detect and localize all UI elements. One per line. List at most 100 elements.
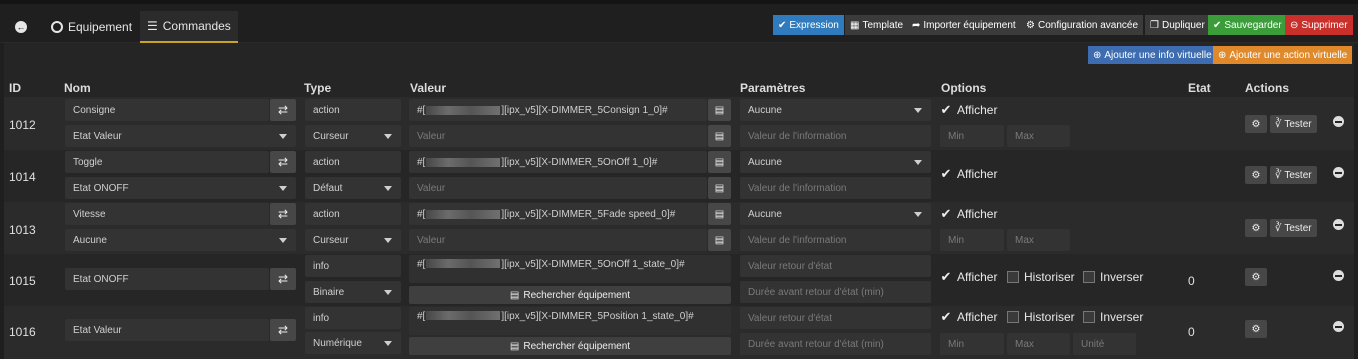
value-input[interactable]: #[][ipx_v5][X-DIMMER_5Consign 1_0]# xyxy=(409,99,707,121)
type-input: info xyxy=(305,255,401,277)
subtype-select[interactable]: Binaire xyxy=(305,281,401,303)
test-button[interactable]: ∛ Tester xyxy=(1270,166,1317,184)
delete-button[interactable]: ⊖ Supprimer xyxy=(1285,15,1353,35)
shuffle-icon[interactable]: ⇄ xyxy=(270,99,296,121)
test-button[interactable]: ∛ Tester xyxy=(1270,115,1317,133)
list-alt-icon[interactable]: ▤ xyxy=(708,125,731,147)
list-alt-icon[interactable]: ▤ xyxy=(708,177,731,199)
inverser-checkbox[interactable]: Inverser xyxy=(1083,310,1143,324)
info-value-input[interactable]: Valeur de l'information xyxy=(740,125,931,147)
subtype-select[interactable]: Défaut xyxy=(305,177,401,199)
advanced-config-label: Configuration avancée xyxy=(1037,19,1139,31)
value-command-select[interactable]: Aucune xyxy=(65,229,296,251)
max-input[interactable]: Max xyxy=(1007,333,1070,355)
add-action-button[interactable]: ⊕ Ajouter une action virtuelle xyxy=(1213,46,1352,64)
duplicate-button[interactable]: ❐ Dupliquer xyxy=(1145,15,1210,35)
tab-equipement[interactable]: Equipement xyxy=(44,11,139,43)
name-input[interactable]: Vitesse xyxy=(65,203,269,225)
param-select[interactable]: Aucune xyxy=(740,203,931,225)
config-button[interactable]: ⚙ xyxy=(1245,320,1267,338)
afficher-label: Afficher xyxy=(957,270,998,284)
return-value-input[interactable]: Valeur retour d'état xyxy=(740,255,931,277)
name-input[interactable]: Toggle xyxy=(65,151,269,173)
list-alt-icon[interactable]: ▤ xyxy=(708,151,731,173)
param-select[interactable]: Aucune xyxy=(740,151,931,173)
checkmark-icon: ✔ xyxy=(940,206,952,221)
historiser-label: Historiser xyxy=(1024,270,1075,284)
search-equipment-button[interactable]: ▤ Rechercher équipement xyxy=(409,286,731,304)
return-duration-input[interactable]: Durée avant retour d'état (min) xyxy=(740,281,931,303)
checkbox-icon xyxy=(1083,311,1095,323)
value-textarea[interactable]: #[][ipx_v5][X-DIMMER_5OnOff 1_state_0]# xyxy=(409,255,731,283)
plus-circle-icon: ⊕ xyxy=(1093,49,1102,61)
afficher-checkbox[interactable]: ✔ Afficher xyxy=(940,102,998,117)
test-button[interactable]: ∛ Tester xyxy=(1270,219,1317,237)
name-input[interactable]: Etat ONOFF xyxy=(65,268,269,290)
unit-input[interactable]: Unité xyxy=(1073,333,1136,355)
expression-button[interactable]: ✔ Expression xyxy=(773,15,844,35)
config-button[interactable]: ⚙ xyxy=(1245,268,1267,286)
return-value-input[interactable]: Valeur retour d'état xyxy=(740,307,931,329)
col-parametres: Paramètres xyxy=(740,81,806,95)
min-input[interactable]: Min xyxy=(940,333,1004,355)
state-value: 0 xyxy=(1188,274,1195,288)
save-button[interactable]: ✔ Sauvegarder xyxy=(1208,15,1287,35)
shuffle-icon[interactable]: ⇄ xyxy=(270,319,296,341)
search-equipment-button[interactable]: ▤ Rechercher équipement xyxy=(409,337,731,355)
remove-icon[interactable] xyxy=(1333,321,1344,332)
inverser-checkbox[interactable]: Inverser xyxy=(1083,270,1143,284)
slider-value-input[interactable]: Valeur xyxy=(409,177,707,199)
subtype-select[interactable]: Numérique xyxy=(305,332,401,354)
param-select[interactable]: Aucune xyxy=(740,99,931,121)
config-button[interactable]: ⚙ xyxy=(1245,115,1267,133)
remove-icon[interactable] xyxy=(1333,270,1344,281)
shuffle-icon[interactable]: ⇄ xyxy=(270,203,296,225)
max-input[interactable]: Max xyxy=(1007,229,1070,251)
advanced-config-button[interactable]: ⚙ Configuration avancée xyxy=(1021,15,1144,35)
slider-value-input[interactable]: Valeur xyxy=(409,125,707,147)
template-button[interactable]: ▦ Template xyxy=(845,15,909,35)
subtype-select[interactable]: Curseur xyxy=(305,125,401,147)
import-button[interactable]: ➦ Importer équipement xyxy=(907,15,1021,35)
name-input[interactable]: Consigne xyxy=(65,99,269,121)
value-command-select[interactable]: Etat Valeur xyxy=(65,125,296,147)
gears-icon: ⚙ xyxy=(1251,323,1261,335)
value-prefix: #[ xyxy=(417,104,426,116)
list-alt-icon[interactable]: ▤ xyxy=(708,99,731,121)
slider-value-input[interactable]: Valeur xyxy=(409,229,707,251)
afficher-checkbox[interactable]: ✔ Afficher xyxy=(940,206,998,221)
remove-icon[interactable] xyxy=(1333,219,1344,230)
value-textarea[interactable]: #[][ipx_v5][X-DIMMER_5Position 1_state_0… xyxy=(409,307,731,335)
min-input[interactable]: Min xyxy=(940,125,1004,147)
value-command-select[interactable]: Etat ONOFF xyxy=(65,177,296,199)
shuffle-icon[interactable]: ⇄ xyxy=(270,151,296,173)
historiser-label: Historiser xyxy=(1024,310,1075,324)
min-input[interactable]: Min xyxy=(940,229,1004,251)
remove-icon[interactable] xyxy=(1333,167,1344,178)
info-value-input[interactable]: Valeur de l'information xyxy=(740,229,931,251)
max-input[interactable]: Max xyxy=(1007,125,1070,147)
col-valeur: Valeur xyxy=(410,81,447,95)
subtype-select[interactable]: Curseur xyxy=(305,229,401,251)
afficher-checkbox[interactable]: ✔ Afficher xyxy=(940,309,998,324)
shuffle-icon[interactable]: ⇄ xyxy=(270,268,296,290)
afficher-checkbox[interactable]: ✔ Afficher xyxy=(940,269,998,284)
value-input[interactable]: #[][ipx_v5][X-DIMMER_5OnOff 1_0]# xyxy=(409,151,707,173)
tab-back[interactable]: ← xyxy=(8,11,34,43)
return-duration-input[interactable]: Durée avant retour d'état (min) xyxy=(740,333,931,355)
historiser-checkbox[interactable]: Historiser xyxy=(1007,310,1075,324)
name-input[interactable]: Etat Valeur xyxy=(65,319,269,341)
historiser-checkbox[interactable]: Historiser xyxy=(1007,270,1075,284)
list-alt-icon[interactable]: ▤ xyxy=(708,229,731,251)
list-alt-icon[interactable]: ▤ xyxy=(708,203,731,225)
config-button[interactable]: ⚙ xyxy=(1245,166,1267,184)
config-button[interactable]: ⚙ xyxy=(1245,219,1267,237)
test-label: Tester xyxy=(1284,169,1312,181)
remove-icon[interactable] xyxy=(1333,116,1344,127)
value-suffix: ][ipx_v5][X-DIMMER_5OnOff 1_state_0]# xyxy=(501,259,685,270)
info-value-input[interactable]: Valeur de l'information xyxy=(740,177,931,199)
value-input[interactable]: #[][ipx_v5][X-DIMMER_5Fade speed_0]# xyxy=(409,203,707,225)
add-info-button[interactable]: ⊕ Ajouter une info virtuelle xyxy=(1088,46,1217,64)
afficher-checkbox[interactable]: ✔ Afficher xyxy=(940,166,998,181)
tab-commandes[interactable]: ☰ Commandes xyxy=(140,11,238,43)
